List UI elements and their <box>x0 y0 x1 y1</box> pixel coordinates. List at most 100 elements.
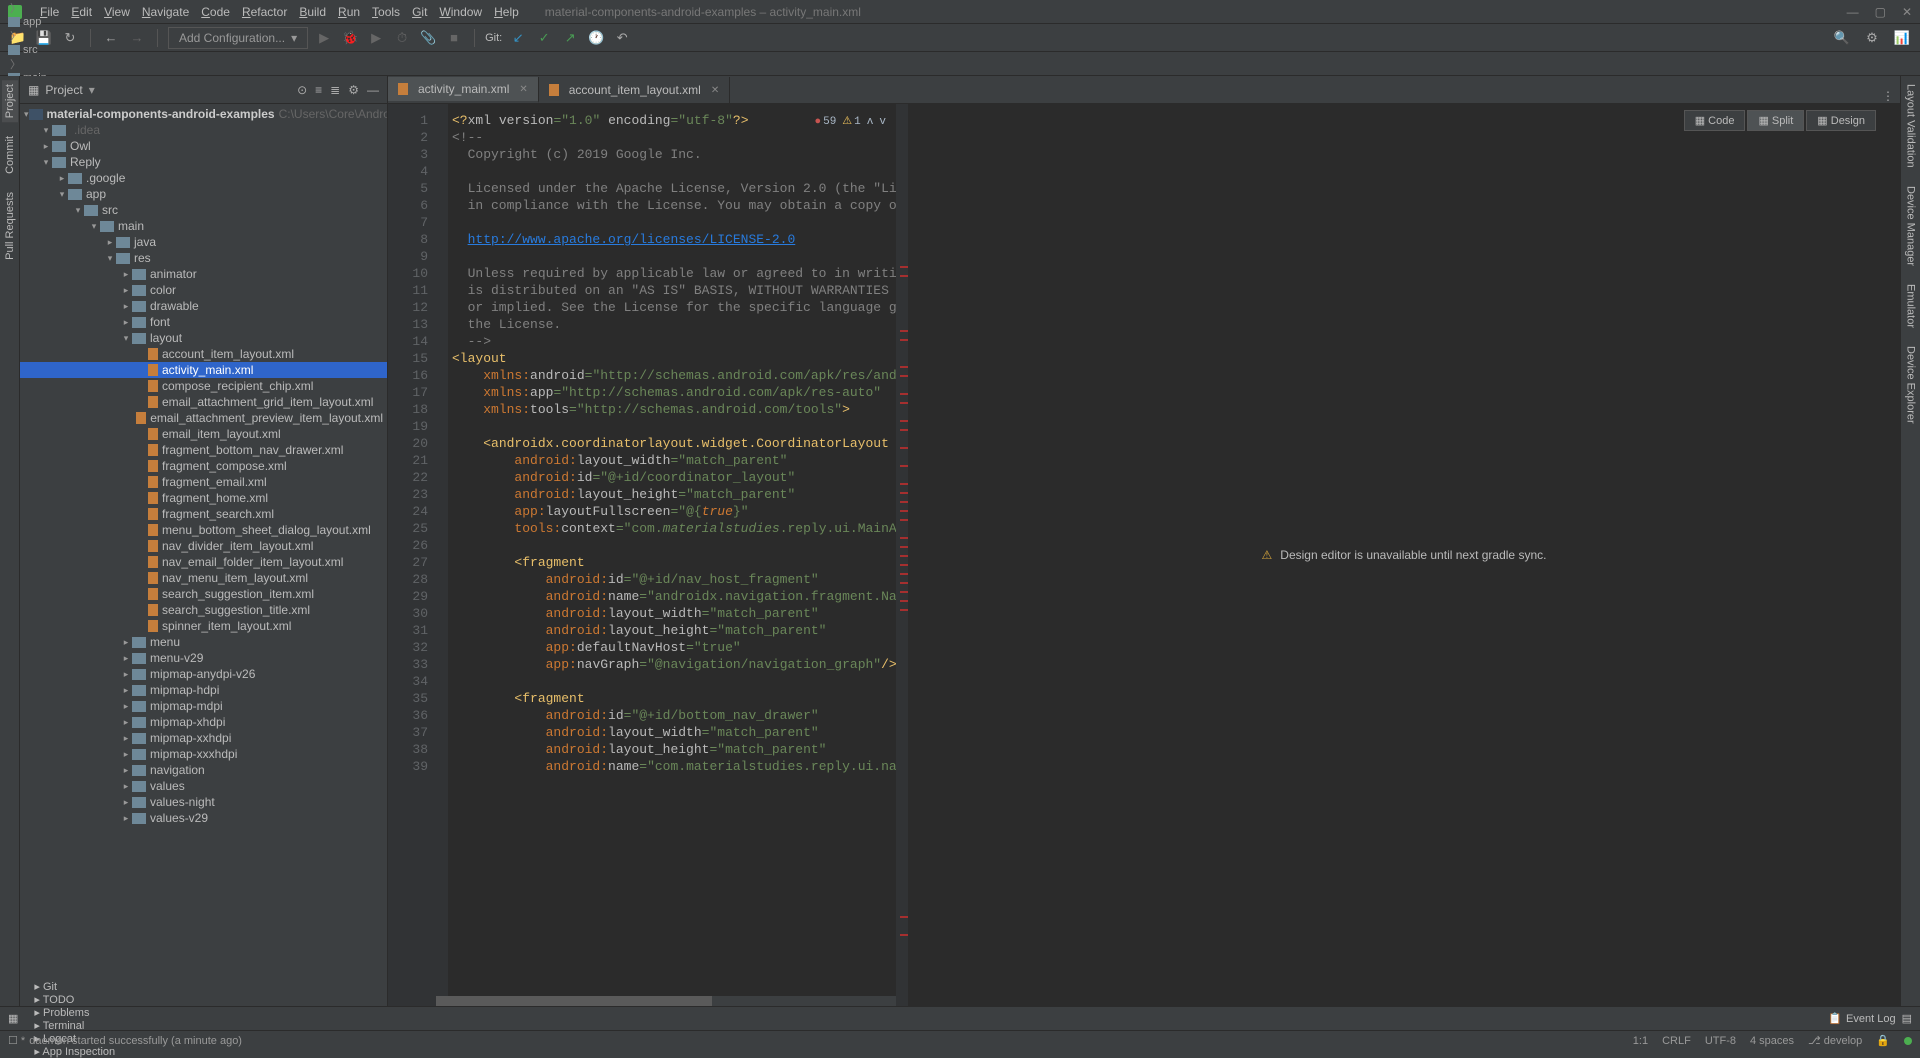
tree-item[interactable]: email_item_layout.xml <box>20 426 387 442</box>
maximize-icon[interactable]: ▢ <box>1875 5 1886 19</box>
file-encoding[interactable]: UTF-8 <box>1705 1035 1736 1047</box>
left-tab-project[interactable]: Project <box>2 80 18 122</box>
tree-item[interactable]: ▸mipmap-hdpi <box>20 682 387 698</box>
project-tree[interactable]: ▾material-components-android-examplesC:\… <box>20 104 387 1006</box>
menu-git[interactable]: Git <box>406 3 433 21</box>
search-icon[interactable]: 🔍 <box>1832 28 1852 48</box>
tree-item[interactable]: nav_email_folder_item_layout.xml <box>20 554 387 570</box>
git-push-icon[interactable]: ↗ <box>560 28 580 48</box>
tree-item[interactable]: ▸values-night <box>20 794 387 810</box>
tree-item[interactable]: search_suggestion_item.xml <box>20 586 387 602</box>
project-panel-title[interactable]: Project <box>45 83 82 97</box>
breadcrumb-item[interactable]: app <box>8 16 217 28</box>
right-tab-device manager[interactable]: Device Manager <box>1903 182 1919 270</box>
line-separator[interactable]: CRLF <box>1662 1035 1691 1047</box>
right-tab-layout validation[interactable]: Layout Validation <box>1903 80 1919 172</box>
tree-item[interactable]: ▸values-v29 <box>20 810 387 826</box>
left-tab-commit[interactable]: Commit <box>2 132 18 178</box>
profile-icon[interactable]: ⏱ <box>392 28 412 48</box>
tree-item[interactable]: ▸menu <box>20 634 387 650</box>
tree-item[interactable]: menu_bottom_sheet_dialog_layout.xml <box>20 522 387 538</box>
tree-item[interactable]: ▸mipmap-xxhdpi <box>20 730 387 746</box>
tree-item[interactable]: ▸Owl <box>20 138 387 154</box>
menu-help[interactable]: Help <box>488 3 525 21</box>
tree-item[interactable]: ▸java <box>20 234 387 250</box>
view-mode-code[interactable]: ▦ Code <box>1684 110 1746 131</box>
tree-item[interactable]: ▸drawable <box>20 298 387 314</box>
menu-run[interactable]: Run <box>332 3 366 21</box>
stop-icon[interactable]: ■ <box>444 28 464 48</box>
tree-item[interactable]: account_item_layout.xml <box>20 346 387 362</box>
tree-item[interactable]: ▾res <box>20 250 387 266</box>
git-commit-icon[interactable]: ✓ <box>534 28 554 48</box>
tree-item[interactable]: ▾layout <box>20 330 387 346</box>
tree-item[interactable]: ▸mipmap-anydpi-v26 <box>20 666 387 682</box>
menu-build[interactable]: Build <box>293 3 332 21</box>
tree-root[interactable]: ▾material-components-android-examplesC:\… <box>20 106 387 122</box>
tree-item[interactable]: spinner_item_layout.xml <box>20 618 387 634</box>
left-tab-pull requests[interactable]: Pull Requests <box>2 188 18 264</box>
bottom-tab-todo[interactable]: ▸ TODO <box>34 993 115 1006</box>
git-branch[interactable]: ⎇ develop <box>1808 1034 1862 1047</box>
settings-icon[interactable]: ⚙ <box>1862 28 1882 48</box>
tree-item[interactable]: ▾main <box>20 218 387 234</box>
coverage-icon[interactable]: ▶ <box>366 28 386 48</box>
inspection-widget[interactable]: ●59 ⚠1 ʌ v <box>810 112 890 133</box>
git-history-icon[interactable]: 🕐 <box>586 28 606 48</box>
view-mode-design[interactable]: ▦ Design <box>1806 110 1876 131</box>
tree-item[interactable]: ▸color <box>20 282 387 298</box>
attach-icon[interactable]: 📎 <box>418 28 438 48</box>
minimize-panel-icon[interactable]: — <box>367 83 379 97</box>
bottom-tab-git[interactable]: ▸ Git <box>34 980 115 993</box>
tree-item[interactable]: ▸font <box>20 314 387 330</box>
tree-item[interactable]: fragment_search.xml <box>20 506 387 522</box>
tree-item[interactable]: ▾src <box>20 202 387 218</box>
tree-item[interactable]: fragment_bottom_nav_drawer.xml <box>20 442 387 458</box>
tree-item[interactable]: ▾app <box>20 186 387 202</box>
tree-item[interactable]: ▸menu-v29 <box>20 650 387 666</box>
readonly-lock-icon[interactable]: 🔒 <box>1876 1034 1890 1047</box>
caret-position[interactable]: 1:1 <box>1633 1035 1648 1047</box>
select-opened-file-icon[interactable]: ⊙ <box>297 83 307 97</box>
tree-item[interactable]: ▸mipmap-mdpi <box>20 698 387 714</box>
close-icon[interactable]: ✕ <box>1902 5 1912 19</box>
right-tab-device explorer[interactable]: Device Explorer <box>1903 342 1919 428</box>
view-mode-split[interactable]: ▦ Split <box>1747 110 1804 131</box>
tree-item[interactable]: ▾.idea <box>20 122 387 138</box>
debug-icon[interactable]: 🐞 <box>340 28 360 48</box>
menu-refactor[interactable]: Refactor <box>236 3 293 21</box>
event-log-button[interactable]: 📋 Event Log <box>1828 1012 1895 1025</box>
tree-item[interactable]: email_attachment_preview_item_layout.xml <box>20 410 387 426</box>
editor-tab[interactable]: activity_main.xml✕ <box>388 77 539 103</box>
tree-item[interactable]: fragment_compose.xml <box>20 458 387 474</box>
tree-item[interactable]: fragment_home.xml <box>20 490 387 506</box>
editor-tab[interactable]: account_item_layout.xml✕ <box>539 77 730 103</box>
breadcrumb-item[interactable]: src <box>8 44 217 56</box>
tree-item[interactable]: ▸values <box>20 778 387 794</box>
menu-window[interactable]: Window <box>433 3 488 21</box>
indent-settings[interactable]: 4 spaces <box>1750 1035 1794 1047</box>
bottom-tab-problems[interactable]: ▸ Problems <box>34 1006 115 1019</box>
dropdown-icon[interactable]: ▾ <box>89 83 95 97</box>
layout-inspector-icon[interactable]: ▤ <box>1902 1012 1912 1025</box>
minimize-icon[interactable]: — <box>1847 5 1859 19</box>
tree-item[interactable]: ▸mipmap-xhdpi <box>20 714 387 730</box>
background-tasks-indicator[interactable] <box>1904 1037 1912 1045</box>
code-editor[interactable]: 1234567891011121314151617181920212223242… <box>388 104 908 1006</box>
tree-item[interactable]: ▸mipmap-xxxhdpi <box>20 746 387 762</box>
profile-perf-icon[interactable]: 📊 <box>1892 28 1912 48</box>
collapse-all-icon[interactable]: ≣ <box>330 83 340 97</box>
tree-item[interactable]: ▾Reply <box>20 154 387 170</box>
tree-item[interactable]: fragment_email.xml <box>20 474 387 490</box>
run-icon[interactable]: ▶ <box>314 28 334 48</box>
tree-item[interactable]: compose_recipient_chip.xml <box>20 378 387 394</box>
tree-item[interactable]: nav_divider_item_layout.xml <box>20 538 387 554</box>
tree-item[interactable]: ▸.google <box>20 170 387 186</box>
tree-item[interactable]: activity_main.xml <box>20 362 387 378</box>
git-rollback-icon[interactable]: ↶ <box>612 28 632 48</box>
editor-tabs-more-icon[interactable]: ⋮ <box>1882 89 1894 103</box>
bottom-tab-terminal[interactable]: ▸ Terminal <box>34 1019 115 1032</box>
tree-item[interactable]: ▸navigation <box>20 762 387 778</box>
close-tab-icon[interactable]: ✕ <box>519 84 527 95</box>
right-tab-emulator[interactable]: Emulator <box>1903 280 1919 332</box>
